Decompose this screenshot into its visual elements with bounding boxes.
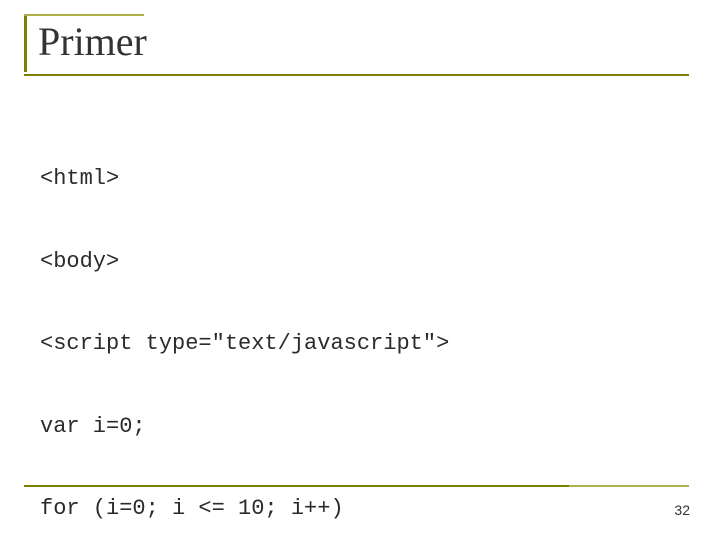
title-underline bbox=[24, 74, 689, 76]
code-line: <html> bbox=[40, 165, 490, 193]
title-accent-top bbox=[24, 14, 144, 16]
code-line: var i=0; bbox=[40, 413, 490, 441]
code-line: <script type="text/javascript"> bbox=[40, 330, 490, 358]
code-line: <body> bbox=[40, 248, 490, 276]
bottom-rule-accent bbox=[569, 485, 689, 487]
page-number: 32 bbox=[674, 502, 690, 518]
slide: Primer <html> <body> <script type="text/… bbox=[0, 0, 720, 540]
title-accent-left bbox=[24, 14, 27, 72]
slide-title: Primer bbox=[38, 18, 147, 65]
code-line: for (i=0; i <= 10; i++) bbox=[40, 495, 490, 523]
code-block: <html> <body> <script type="text/javascr… bbox=[40, 110, 490, 540]
